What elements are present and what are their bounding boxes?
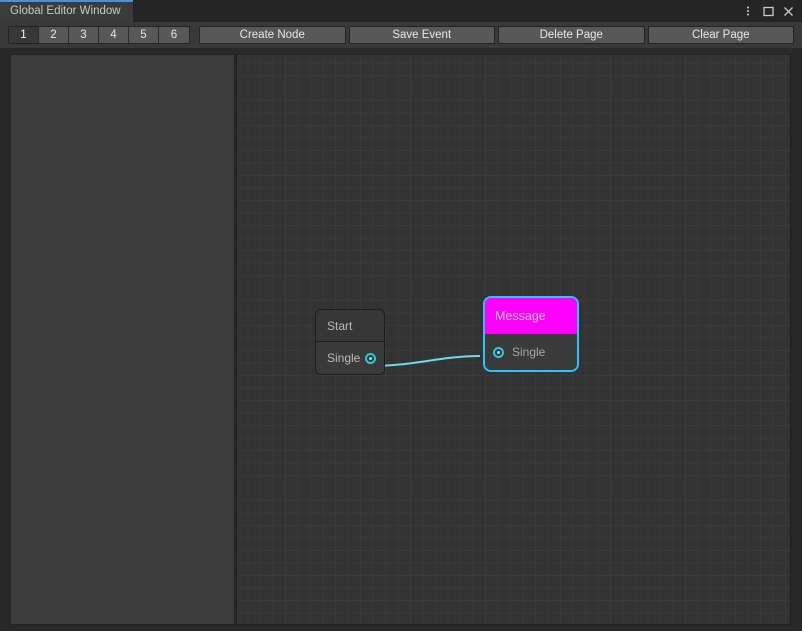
page-button-6[interactable]: 6 xyxy=(159,27,189,43)
left-inspector-panel[interactable] xyxy=(10,54,235,625)
create-node-button[interactable]: Create Node xyxy=(199,26,346,44)
editor-body: Start Single Message Single xyxy=(0,48,802,631)
page-button-4[interactable]: 4 xyxy=(99,27,129,43)
close-icon[interactable] xyxy=(778,0,798,22)
node-message-header: Message xyxy=(485,298,577,334)
page-button-5[interactable]: 5 xyxy=(129,27,159,43)
editor-window: Global Editor Window 1 2 3 4 5 6 Create … xyxy=(0,0,802,631)
node-start-port-row: Single xyxy=(316,342,384,374)
save-event-button[interactable]: Save Event xyxy=(348,26,495,44)
delete-page-button[interactable]: Delete Page xyxy=(498,26,645,44)
menu-kebab-icon[interactable] xyxy=(738,0,758,22)
clear-page-button[interactable]: Clear Page xyxy=(647,26,794,44)
node-graph-canvas[interactable]: Start Single Message Single xyxy=(236,54,791,625)
window-tab-global-editor[interactable]: Global Editor Window xyxy=(0,0,133,22)
node-message-title: Message xyxy=(495,309,546,323)
node-start-title: Start xyxy=(327,318,353,333)
node-start-output-port-icon[interactable] xyxy=(365,352,376,364)
node-start-port-label: Single xyxy=(327,351,361,365)
node-message-port-label: Single xyxy=(512,345,546,359)
graph-node-start[interactable]: Start Single xyxy=(315,309,385,375)
editor-toolbar: 1 2 3 4 5 6 Create Node Save Event Delet… xyxy=(0,22,802,48)
window-tab-label: Global Editor Window xyxy=(10,5,121,17)
window-controls xyxy=(738,0,802,22)
graph-node-message[interactable]: Message Single xyxy=(483,296,579,372)
window-titlebar: Global Editor Window xyxy=(0,0,802,22)
titlebar-spacer xyxy=(133,0,738,22)
page-button-3[interactable]: 3 xyxy=(69,27,99,43)
maximize-icon[interactable] xyxy=(758,0,778,22)
page-button-1[interactable]: 1 xyxy=(9,27,39,43)
page-button-2[interactable]: 2 xyxy=(39,27,69,43)
node-start-header: Start xyxy=(316,310,384,342)
node-message-input-port-icon[interactable] xyxy=(493,346,504,358)
page-number-group: 1 2 3 4 5 6 xyxy=(8,26,190,44)
node-message-port-row: Single xyxy=(485,334,577,370)
